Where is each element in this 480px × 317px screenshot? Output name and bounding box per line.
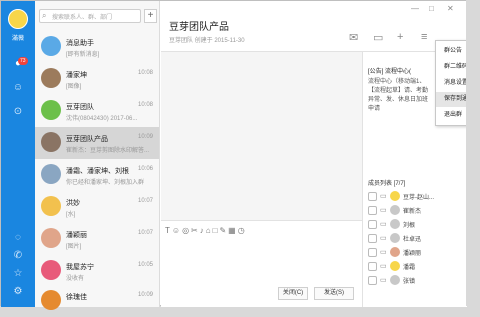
phone-icon[interactable]: ✆	[10, 247, 26, 263]
list-item[interactable]: 徐瑰佳 10:09	[35, 285, 159, 317]
folder-icon[interactable]: ▭	[373, 31, 383, 44]
list-item[interactable]: 消息助手 [即有新消息]	[35, 31, 159, 63]
grid-icon[interactable]: ▦	[228, 226, 238, 235]
user-name: 滿薇	[11, 36, 24, 42]
search-input[interactable]: ⌕ 搜索联系人、群、部门	[39, 9, 141, 23]
list-item[interactable]: 洪妙 [水] 10:07	[35, 191, 159, 223]
checkbox[interactable]	[368, 220, 377, 229]
checkbox[interactable]	[368, 248, 377, 257]
font-icon[interactable]: T	[165, 226, 172, 235]
avatar	[41, 290, 61, 310]
notice-text: 流程中心（移动端1、【流程起草】请、考勤异常、发、休息日加班申请	[368, 79, 429, 112]
image-icon[interactable]: ⌂	[206, 226, 213, 235]
conversation-list: ⌕ 搜索联系人、群、部门 + 消息助手 [即有新消息] 潘家坤 [图像] 10:…	[35, 1, 160, 310]
pc-icon: ▭	[380, 221, 387, 228]
member-row[interactable]: ▭ 刘根	[368, 218, 463, 231]
pc-icon: ▭	[380, 207, 387, 214]
member-row[interactable]: ▭ 张镇	[368, 274, 463, 287]
member-row[interactable]: ▭ 潘霜	[368, 260, 463, 273]
minimize-icon[interactable]: —	[411, 4, 419, 13]
list-item[interactable]: 我屋苏宁 没收有 10:05	[35, 255, 159, 287]
app-window: 滿薇 ● 73 ☺ ⊙ ◌ ✆ ☆ ⚙ ⌕ 搜索联系人、群、部门 + 消息助手 …	[0, 0, 467, 310]
mail-icon[interactable]: ✉	[349, 31, 358, 44]
avatar	[390, 247, 400, 257]
contacts-icon[interactable]: ☺	[10, 79, 26, 95]
avatar	[390, 205, 400, 215]
pc-icon: ▭	[380, 193, 387, 200]
checkbox[interactable]	[368, 262, 377, 271]
checkbox[interactable]	[368, 276, 377, 285]
chat-panel: — □ ✕ 豆芽团队产品 豆芽团队 创建于 2015-11-30 ✉ ▭ + ≡…	[161, 1, 467, 307]
checkbox[interactable]	[368, 234, 377, 243]
close-button[interactable]: 关闭(C)	[278, 287, 308, 300]
menu-icon[interactable]: ≡	[421, 31, 427, 43]
avatar	[390, 261, 400, 271]
star-icon[interactable]: ☆	[10, 265, 26, 281]
pc-icon: ▭	[380, 249, 387, 256]
avatar	[41, 68, 61, 88]
checkbox[interactable]	[368, 192, 377, 201]
send-button[interactable]: 发送(S)	[314, 287, 354, 300]
member-row[interactable]: ▭ 豆芽-赵山...	[368, 190, 463, 203]
sticker-icon[interactable]: ◎	[182, 226, 191, 235]
history-icon[interactable]: ◷	[238, 226, 247, 235]
headset-icon[interactable]: ◌	[10, 229, 26, 245]
apps-icon[interactable]: ⊙	[10, 103, 26, 119]
add-button[interactable]: +	[144, 9, 157, 23]
settings-icon[interactable]: ⚙	[10, 283, 26, 299]
list-item[interactable]: 潘家坤 [图像] 10:08	[35, 63, 159, 95]
search-icon: ⌕	[42, 11, 47, 20]
avatar	[41, 164, 61, 184]
background-edge	[466, 0, 480, 306]
emoji-icon[interactable]: ☺	[172, 226, 182, 235]
notice-header: [公告] 流程中心(	[368, 69, 411, 75]
checkbox[interactable]	[368, 206, 377, 215]
members-header: 成员列表 [7/7]	[368, 181, 406, 187]
list-item[interactable]: 豆芽团队 沈伟(08042430) 2017-06... 10:08	[35, 95, 159, 127]
avatar	[390, 191, 400, 201]
avatar	[41, 196, 61, 216]
page-title: 豆芽团队产品	[169, 22, 229, 33]
avatar	[41, 260, 61, 280]
maximize-icon[interactable]: □	[429, 4, 434, 13]
close-icon[interactable]: ✕	[447, 4, 454, 13]
pc-icon: ▭	[380, 263, 387, 270]
message-area[interactable]	[161, 52, 362, 220]
avatar	[41, 228, 61, 248]
add-icon[interactable]: +	[397, 31, 403, 43]
avatar[interactable]	[8, 9, 28, 29]
avatar	[41, 100, 61, 120]
nav-rail: 滿薇 ● 73 ☺ ⊙ ◌ ✆ ☆ ⚙	[1, 1, 35, 307]
pc-icon: ▭	[380, 277, 387, 284]
screenshot-icon[interactable]: ✂	[191, 226, 200, 235]
group-created: 豆芽团队 创建于 2015-11-30	[169, 38, 245, 44]
avatar	[41, 132, 61, 152]
list-item[interactable]: 潘霜、潘家坤、刘根 你已经和潘家坤、刘根加入群 10:06	[35, 159, 159, 191]
member-row[interactable]: ▭ 崔新杰	[368, 204, 463, 217]
unread-badge: 73	[18, 57, 28, 65]
avatar	[390, 275, 400, 285]
list-item-selected[interactable]: 豆芽团队产品 崔新杰：豆芽剪图除水印解答... 10:09	[35, 127, 159, 159]
edit-icon[interactable]: ✎	[219, 226, 228, 235]
avatar	[390, 233, 400, 243]
input-toolbar: T☺◎✂♪⌂□✎▦◷	[165, 226, 247, 235]
member-row[interactable]: ▭ 潘颖丽	[368, 246, 463, 259]
list-item[interactable]: 潘颖丽 [图片] 10:07	[35, 223, 159, 255]
avatar	[41, 36, 61, 56]
pc-icon: ▭	[380, 235, 387, 242]
member-row[interactable]: ▭ 杜卓迅	[368, 232, 463, 245]
avatar	[390, 219, 400, 229]
